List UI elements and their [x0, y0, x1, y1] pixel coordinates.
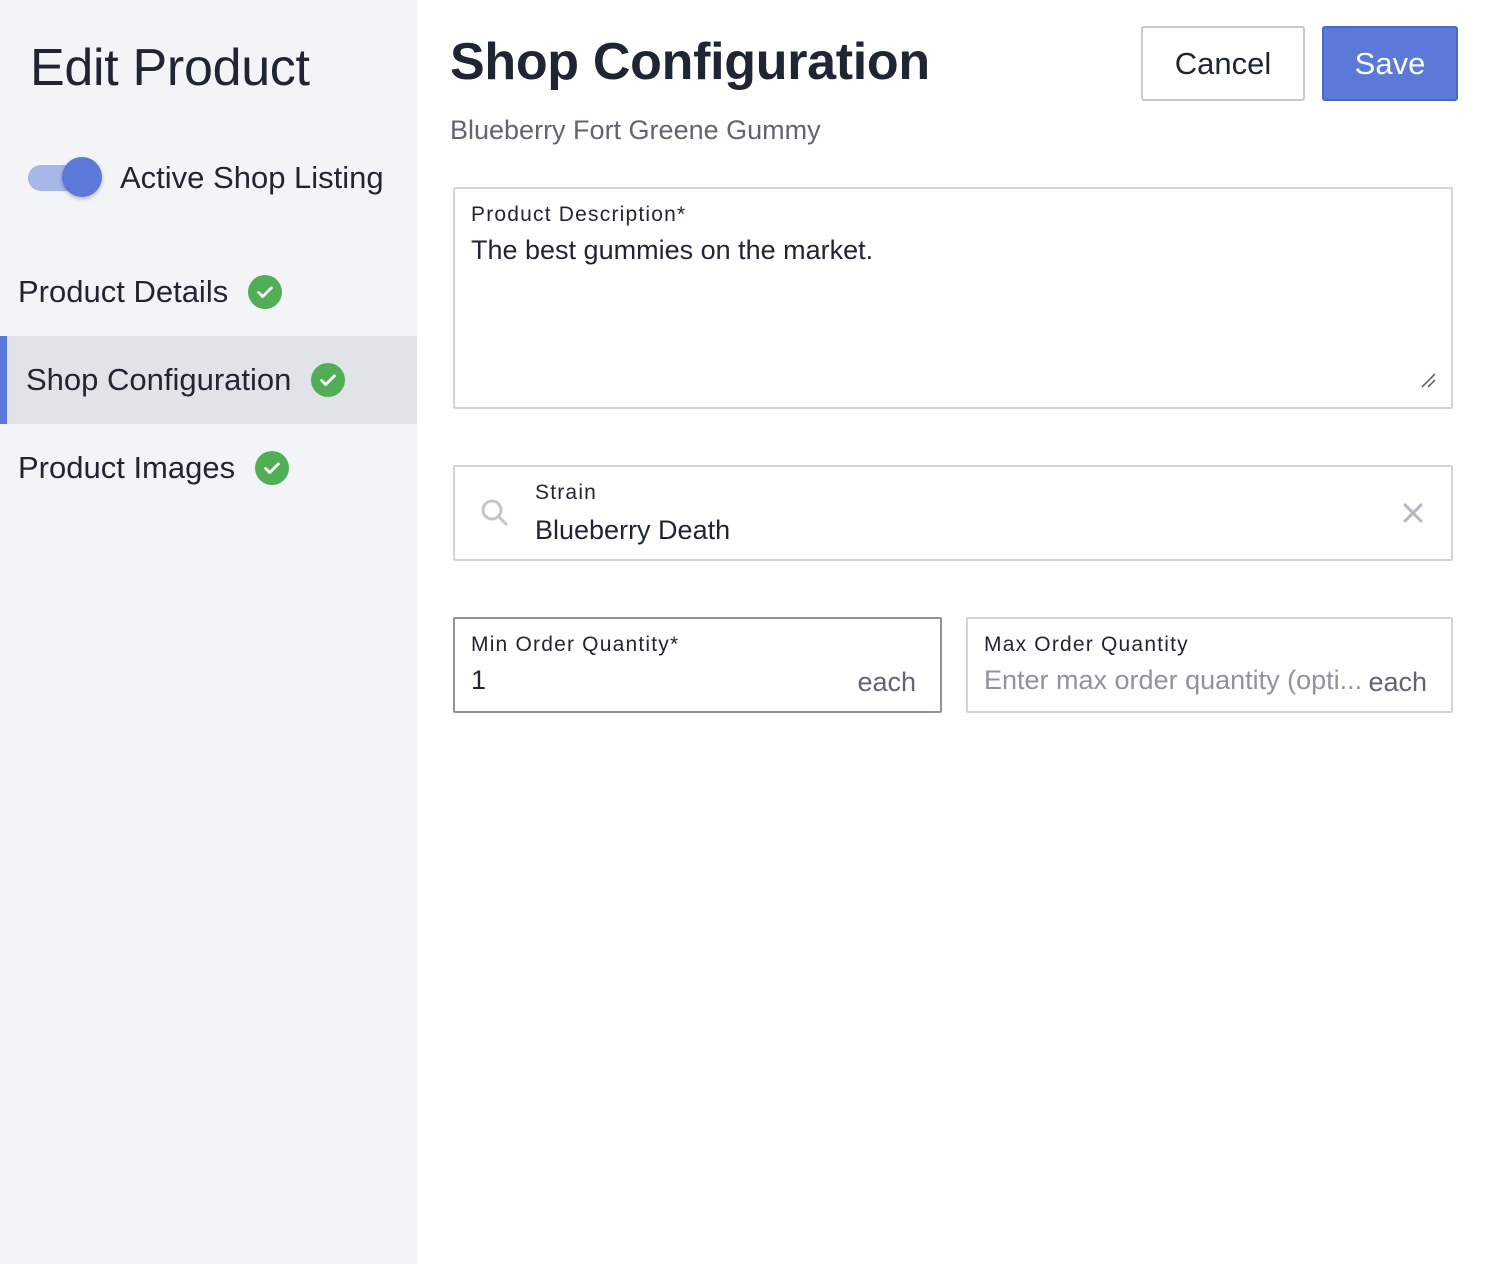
product-description-field[interactable]: Product Description* [453, 187, 1453, 409]
product-description-textarea[interactable] [471, 235, 1431, 395]
strain-value[interactable]: Blueberry Death [535, 515, 730, 546]
page-title: Shop Configuration [450, 33, 930, 91]
sidebar-item-product-images[interactable]: Product Images [0, 424, 417, 512]
min-order-quantity-input[interactable] [471, 665, 831, 696]
active-shop-listing-toggle-row[interactable]: Active Shop Listing [28, 155, 384, 201]
sidebar-item-shop-configuration[interactable]: Shop Configuration [0, 336, 417, 424]
sidebar: Edit Product Active Shop Listing Product… [0, 0, 417, 1264]
sidebar-item-label: Product Images [18, 450, 236, 485]
check-circle-icon [248, 275, 283, 309]
active-shop-listing-toggle[interactable] [28, 155, 102, 201]
min-order-quantity-unit: each [857, 667, 916, 697]
check-circle-icon [255, 451, 290, 485]
sidebar-item-label: Product Details [18, 274, 229, 309]
toggle-knob[interactable] [62, 157, 102, 197]
resize-handle-icon[interactable] [1419, 371, 1437, 389]
min-order-quantity-field[interactable]: Min Order Quantity* each [453, 617, 942, 713]
cancel-button[interactable]: Cancel [1141, 26, 1305, 101]
strain-search-field[interactable]: Strain Blueberry Death [453, 465, 1453, 561]
strain-label: Strain [535, 481, 598, 504]
save-button[interactable]: Save [1322, 26, 1458, 101]
toggle-label: Active Shop Listing [120, 160, 384, 195]
max-order-quantity-unit: each [1368, 667, 1427, 697]
page-subtitle: Blueberry Fort Greene Gummy [450, 115, 821, 145]
max-order-quantity-input[interactable] [984, 665, 1369, 696]
min-order-quantity-label: Min Order Quantity* [471, 633, 680, 656]
search-icon [481, 499, 508, 526]
close-icon[interactable] [1401, 501, 1425, 525]
max-order-quantity-label: Max Order Quantity [984, 633, 1189, 656]
sidebar-nav: Product Details Shop Configuration Produ… [0, 248, 417, 512]
sidebar-item-label: Shop Configuration [26, 362, 292, 397]
check-circle-icon [311, 363, 346, 397]
sidebar-title: Edit Product [30, 39, 310, 97]
main-content: Shop Configuration Blueberry Fort Greene… [417, 0, 1490, 1264]
sidebar-item-product-details[interactable]: Product Details [0, 248, 417, 336]
max-order-quantity-field[interactable]: Max Order Quantity each [966, 617, 1453, 713]
product-description-label: Product Description* [471, 203, 687, 226]
